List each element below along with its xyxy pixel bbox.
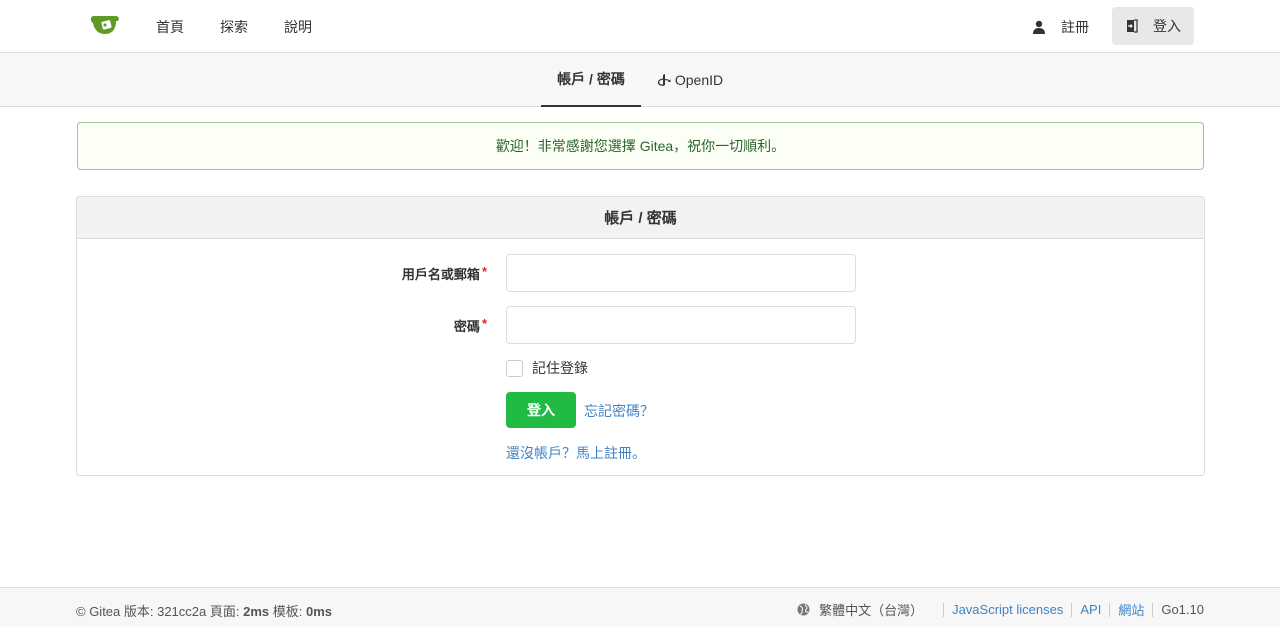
footer-separator (1109, 602, 1111, 617)
top-navbar: 首頁 探索 說明 註冊 登入 (0, 0, 1280, 53)
checkbox-box[interactable] (506, 359, 523, 377)
login-form-card: 帳戶 / 密碼 用戶名或郵箱 * 密碼 * 記住登錄 登入 忘記密碼？ 還沒帳戶？馬… (76, 196, 1205, 476)
openid-icon (657, 74, 671, 86)
footer-api-link[interactable]: API (1080, 602, 1101, 617)
nav-explore-link[interactable]: 探索 (220, 17, 248, 37)
login-nav-button[interactable]: 登入 (1112, 7, 1194, 45)
tab-openid[interactable]: OpenID (641, 53, 739, 107)
password-label: 密碼 * (357, 316, 487, 335)
page-footer: © Gitea 版本: 321cc2a 頁面: 2ms 模板: 0ms 繁體中文… (0, 587, 1280, 627)
login-nav-label: 登入 (1153, 18, 1181, 34)
tab-openid-label: OpenID (674, 72, 724, 88)
footer-links: 繁體中文（台灣） JavaScript licenses API 網站 Go1.… (797, 600, 1204, 619)
remember-me-label: 記住登錄 (532, 360, 588, 376)
username-label-text: 用戶名或郵箱 (401, 267, 480, 282)
signup-link[interactable]: 還沒帳戶？馬上註冊。 (506, 443, 646, 463)
login-method-tabs: 帳戶 / 密碼 OpenID (0, 53, 1280, 107)
required-mark: * (481, 316, 487, 331)
footer-go-version: Go1.10 (1161, 602, 1204, 617)
required-mark: * (481, 264, 487, 279)
password-label-text: 密碼 (453, 319, 480, 334)
remember-me-checkbox[interactable]: 記住登錄 (506, 358, 588, 378)
footer-separator (943, 602, 945, 617)
footer-separator (1152, 602, 1154, 617)
password-input[interactable] (506, 306, 856, 344)
footer-version-info: © Gitea 版本: 321cc2a 頁面: 2ms 模板: 0ms (76, 601, 332, 620)
login-submit-button[interactable]: 登入 (506, 392, 576, 428)
globe-icon (797, 603, 810, 616)
tab-account-password-label: 帳戶 / 密碼 (557, 71, 625, 87)
username-input[interactable] (506, 254, 856, 292)
welcome-message: 歡迎！非常感謝您選擇 Gitea，祝你一切順利。 (77, 122, 1204, 170)
forgot-password-link[interactable]: 忘記密碼？ (584, 401, 654, 421)
footer-copyright: © Gitea 版本: 321cc2a 頁面: (76, 604, 240, 619)
footer-page-time: 2ms (243, 604, 270, 619)
footer-js-licenses-link[interactable]: JavaScript licenses (952, 602, 1063, 617)
login-form-title: 帳戶 / 密碼 (77, 197, 1204, 239)
user-icon (1033, 20, 1045, 34)
nav-home-link[interactable]: 首頁 (156, 17, 184, 37)
footer-separator (1071, 602, 1073, 617)
language-selector[interactable]: 繁體中文（台灣） (797, 600, 923, 619)
username-label: 用戶名或郵箱 * (357, 264, 487, 283)
footer-website-link[interactable]: 網站 (1118, 600, 1144, 619)
register-button[interactable]: 註冊 (1032, 17, 1089, 37)
sign-in-icon (1127, 19, 1138, 33)
register-label: 註冊 (1061, 19, 1089, 35)
tab-account-password[interactable]: 帳戶 / 密碼 (541, 53, 641, 107)
language-label: 繁體中文（台灣） (819, 603, 924, 618)
nav-help-link[interactable]: 說明 (284, 17, 312, 37)
footer-template-label: 模板: (272, 604, 303, 619)
gitea-logo-icon[interactable] (89, 12, 121, 40)
footer-template-time: 0ms (306, 604, 333, 619)
